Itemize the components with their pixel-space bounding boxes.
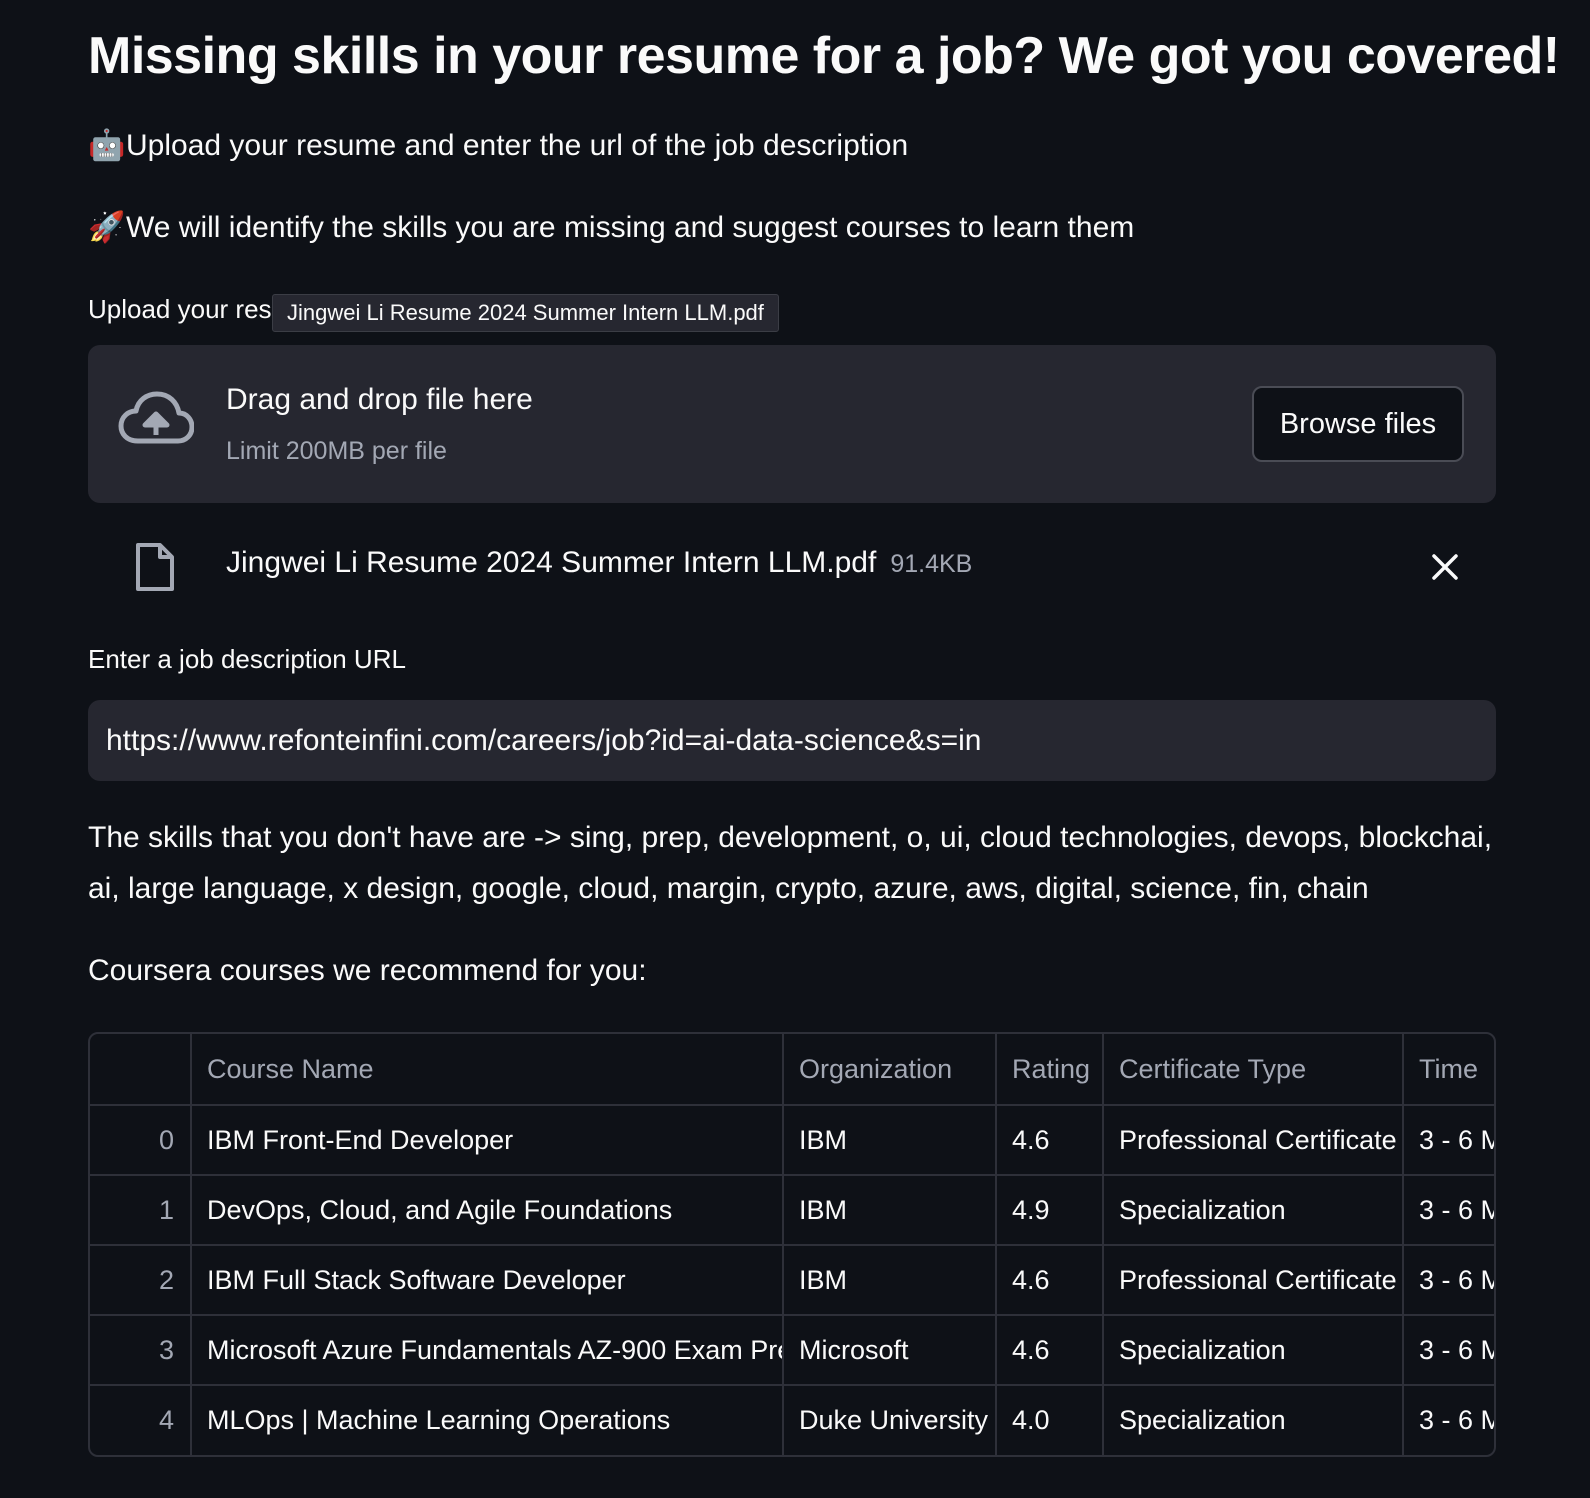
file-tooltip: Jingwei Li Resume 2024 Summer Intern LLM… xyxy=(272,294,779,332)
uploaded-file: Jingwei Li Resume 2024 Summer Intern LLM… xyxy=(88,532,1496,602)
courses-heading: Coursera courses we recommend for you: xyxy=(88,954,647,987)
browse-files-button[interactable]: Browse files xyxy=(1252,386,1464,462)
app-page: Missing skills in your resume for a job?… xyxy=(0,0,1590,1498)
column-header-index[interactable] xyxy=(90,1034,192,1106)
rating-cell[interactable]: 4.0 xyxy=(996,1385,1104,1455)
table-row: 0 IBM Front-End Developer IBM 4.6 Profes… xyxy=(90,1105,1494,1176)
intro-line-identify: 🚀We will identify the skills you are mis… xyxy=(88,210,1134,245)
organization-cell[interactable]: IBM xyxy=(783,1245,997,1316)
certificate-type-cell[interactable]: Specialization xyxy=(1103,1315,1404,1386)
column-header-time[interactable]: Time xyxy=(1403,1034,1494,1106)
cloud-upload-icon xyxy=(118,391,194,444)
intro-line-upload: 🤖Upload your resume and enter the url of… xyxy=(88,128,908,163)
uploaded-file-name: Jingwei Li Resume 2024 Summer Intern LLM… xyxy=(226,546,877,579)
page-title: Missing skills in your resume for a job?… xyxy=(88,27,1560,85)
courses-table[interactable]: Course Name Organization Rating Certific… xyxy=(88,1032,1496,1457)
time-cell[interactable]: 3 - 6 Months xyxy=(1403,1245,1494,1316)
course-name-cell[interactable]: IBM Full Stack Software Developer xyxy=(191,1245,784,1316)
column-header-rating[interactable]: Rating xyxy=(996,1034,1104,1106)
course-name-cell[interactable]: Microsoft Azure Fundamentals AZ-900 Exam… xyxy=(191,1315,784,1386)
course-name-cell[interactable]: DevOps, Cloud, and Agile Foundations xyxy=(191,1175,784,1246)
certificate-type-cell[interactable]: Specialization xyxy=(1103,1175,1404,1246)
file-dropzone[interactable]: Drag and drop file here Limit 200MB per … xyxy=(88,345,1496,503)
time-cell[interactable]: 3 - 6 Months xyxy=(1403,1385,1494,1455)
time-cell[interactable]: 3 - 6 Months xyxy=(1403,1315,1494,1386)
robot-icon: 🤖 xyxy=(88,129,126,162)
uploaded-file-size: 91.4KB xyxy=(890,550,973,578)
column-header-certificate-type[interactable]: Certificate Type xyxy=(1103,1034,1404,1106)
column-header-course-name[interactable]: Course Name xyxy=(191,1034,784,1106)
table-row: 4 MLOps | Machine Learning Operations Du… xyxy=(90,1385,1494,1455)
upload-label: Upload your res xyxy=(88,294,272,324)
row-index: 1 xyxy=(90,1175,192,1246)
table-header-row: Course Name Organization Rating Certific… xyxy=(90,1034,1494,1106)
certificate-type-cell[interactable]: Professional Certificate xyxy=(1103,1105,1404,1176)
table-row: 2 IBM Full Stack Software Developer IBM … xyxy=(90,1245,1494,1316)
table-row: 1 DevOps, Cloud, and Agile Foundations I… xyxy=(90,1175,1494,1246)
row-index: 4 xyxy=(90,1385,192,1455)
organization-cell[interactable]: Microsoft xyxy=(783,1315,997,1386)
organization-cell[interactable]: IBM xyxy=(783,1175,997,1246)
close-icon[interactable] xyxy=(1428,550,1462,584)
url-label: Enter a job description URL xyxy=(88,644,406,674)
time-cell[interactable]: 3 - 6 Months xyxy=(1403,1105,1494,1176)
certificate-type-cell[interactable]: Professional Certificate xyxy=(1103,1245,1404,1316)
rating-cell[interactable]: 4.9 xyxy=(996,1175,1104,1246)
dropzone-limit: Limit 200MB per file xyxy=(226,437,447,465)
intro-text-upload: Upload your resume and enter the url of … xyxy=(126,129,909,162)
row-index: 3 xyxy=(90,1315,192,1386)
file-icon xyxy=(136,543,174,591)
rating-cell[interactable]: 4.6 xyxy=(996,1105,1104,1176)
uploaded-file-name-line: Jingwei Li Resume 2024 Summer Intern LLM… xyxy=(226,546,972,580)
course-name-cell[interactable]: MLOps | Machine Learning Operations xyxy=(191,1385,784,1455)
row-index: 0 xyxy=(90,1105,192,1176)
column-header-organization[interactable]: Organization xyxy=(783,1034,997,1106)
time-cell[interactable]: 3 - 6 Months xyxy=(1403,1175,1494,1246)
job-url-input[interactable] xyxy=(88,700,1496,781)
organization-cell[interactable]: Duke University xyxy=(783,1385,997,1455)
certificate-type-cell[interactable]: Specialization xyxy=(1103,1385,1404,1455)
rating-cell[interactable]: 4.6 xyxy=(996,1315,1104,1386)
course-name-cell[interactable]: IBM Front-End Developer xyxy=(191,1105,784,1176)
rating-cell[interactable]: 4.6 xyxy=(996,1245,1104,1316)
organization-cell[interactable]: IBM xyxy=(783,1105,997,1176)
courses-table-grid: Course Name Organization Rating Certific… xyxy=(90,1034,1494,1455)
dropzone-title: Drag and drop file here xyxy=(226,383,533,416)
missing-skills-text: The skills that you don't have are -> si… xyxy=(88,821,1493,905)
intro-text-identify: We will identify the skills you are miss… xyxy=(126,211,1135,244)
rocket-icon: 🚀 xyxy=(88,211,126,244)
table-row: 3 Microsoft Azure Fundamentals AZ-900 Ex… xyxy=(90,1315,1494,1386)
row-index: 2 xyxy=(90,1245,192,1316)
